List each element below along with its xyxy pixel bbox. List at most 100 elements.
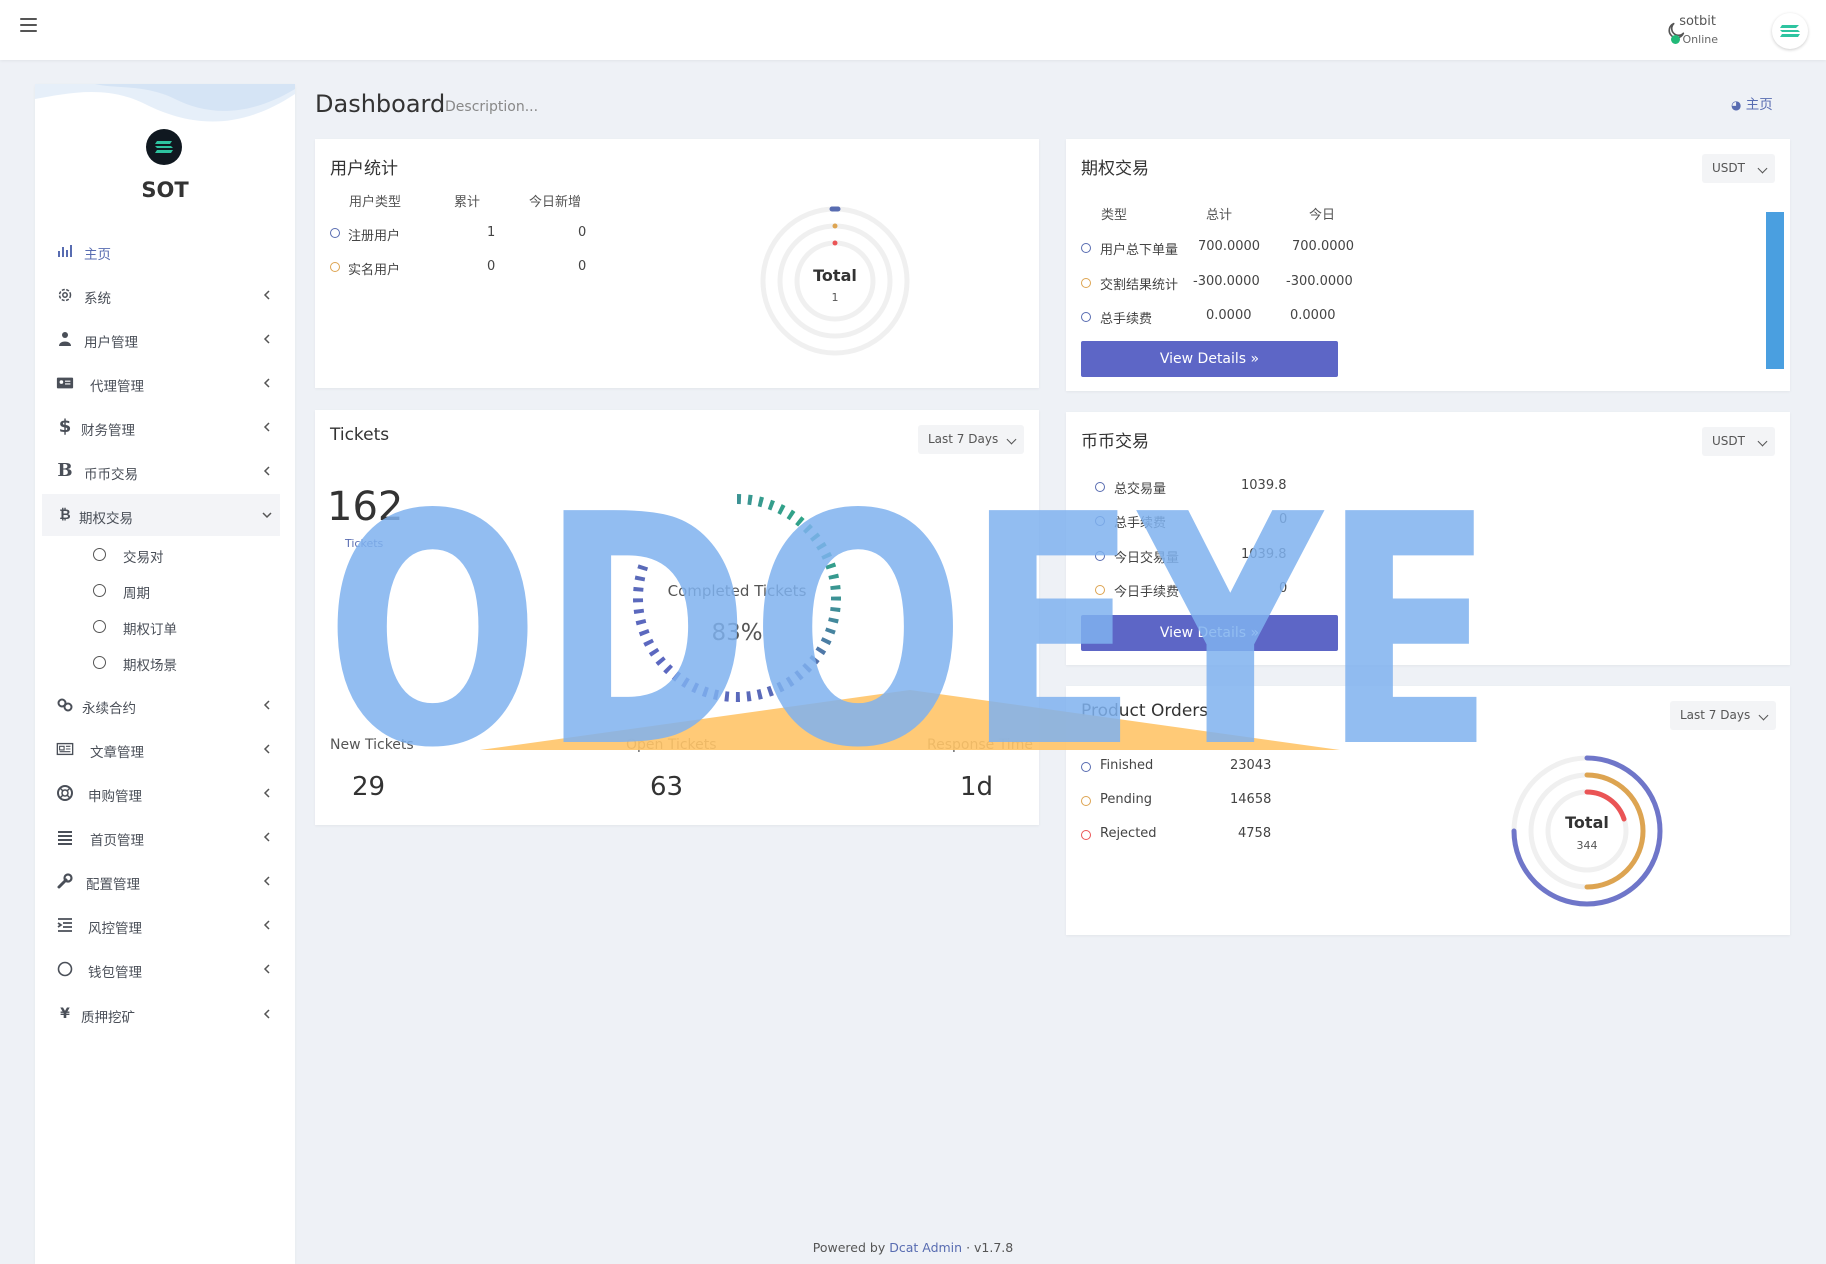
- chevron-left-icon: [263, 422, 270, 432]
- range-select-value: Last 7 Days: [928, 432, 999, 446]
- chevron-left-icon: [263, 876, 270, 886]
- range-select[interactable]: Last 7 Days: [1670, 701, 1776, 730]
- table-header: 今日: [1309, 208, 1336, 223]
- range-select[interactable]: Last 7 Days: [918, 425, 1024, 454]
- breadcrumb[interactable]: ◕ 主页: [1731, 93, 1773, 113]
- options-trade-card: 期权交易 USDT 类型 总计 今日 用户总下单量 700.0000 700.0…: [1066, 139, 1790, 391]
- list-item-value: 1039.8: [1241, 547, 1287, 562]
- legend-marker-icon: [1081, 762, 1091, 772]
- avatar[interactable]: [1772, 13, 1808, 49]
- brand-logo: [146, 129, 182, 165]
- sidebar-item-wallet[interactable]: 钱包管理: [42, 948, 280, 990]
- table-header: 总计: [1206, 208, 1233, 223]
- page-title: Dashboard: [315, 90, 446, 118]
- currency-select-value: USDT: [1712, 434, 1745, 448]
- user-stats-card: 用户统计 用户类型 累计 今日新增 注册用户 1 0 实名用户 0 0 Tota…: [315, 139, 1039, 388]
- card-title: Tickets: [330, 425, 390, 445]
- table-header: 用户类型: [349, 195, 402, 210]
- currency-select[interactable]: USDT: [1702, 427, 1775, 456]
- chevron-left-icon: [263, 378, 270, 388]
- list-item-value: 0: [1279, 581, 1288, 596]
- tickets-total: 162: [327, 484, 404, 530]
- sidebar-item-agents[interactable]: 代理管理: [42, 362, 280, 404]
- yen-icon: ¥: [60, 1006, 70, 1022]
- sidebar-item-perpetual[interactable]: 永续合约: [42, 684, 280, 726]
- newspaper-icon: [56, 742, 74, 756]
- bar-chart-icon: [58, 245, 72, 257]
- id-card-icon: [56, 377, 74, 389]
- gauge-value: 83%: [711, 620, 763, 646]
- list-item-value: 0: [1279, 512, 1288, 527]
- stat-value: 29: [352, 772, 386, 802]
- list-icon: [58, 831, 72, 845]
- logo-icon: [155, 141, 173, 153]
- table-cell: 700.0000: [1198, 239, 1261, 254]
- sidebar-item-label: 代理管理: [90, 379, 144, 395]
- sidebar-item-risk[interactable]: 风控管理: [42, 904, 280, 946]
- table-cell: 1: [487, 225, 496, 240]
- legend-marker-icon: [1095, 482, 1105, 492]
- logo-icon: [1780, 25, 1800, 37]
- donut-label: Total: [1565, 813, 1609, 832]
- sidebar-item-label: 钱包管理: [88, 965, 142, 981]
- view-details-button[interactable]: View Details »: [1081, 341, 1338, 377]
- stat-label: Open Tickets: [626, 737, 717, 753]
- sidebar-item-homepage[interactable]: 首页管理: [42, 816, 280, 858]
- sidebar-item-home[interactable]: 主页: [42, 230, 280, 272]
- sidebar-item-label: 质押挖矿: [81, 1010, 135, 1026]
- table-cell: 0: [578, 259, 587, 274]
- footer: Powered by Dcat Admin · v1.7.8: [0, 1240, 1826, 1255]
- sidebar-item-system[interactable]: 系统: [42, 274, 280, 316]
- list-item-value: 1039.8: [1241, 478, 1287, 493]
- sidebar-item-users[interactable]: 用户管理: [42, 318, 280, 360]
- stat-value: 63: [650, 772, 684, 802]
- legend-marker-icon: [1081, 312, 1091, 322]
- top-navbar: sotbit Online: [0, 0, 1826, 60]
- sidebar-item-finance[interactable]: $ 财务管理: [42, 406, 280, 448]
- legend-marker-icon: [1081, 830, 1091, 840]
- sidebar-item-label: 申购管理: [88, 789, 142, 805]
- chevron-left-icon: [263, 832, 270, 842]
- table-cell: 700.0000: [1292, 239, 1355, 254]
- chevron-left-icon: [263, 744, 270, 754]
- legend-marker-icon: [1095, 551, 1105, 561]
- sidebar-item-options[interactable]: ₿ 期权交易: [42, 494, 280, 536]
- mini-bar: [1766, 212, 1784, 369]
- table-cell: 用户总下单量: [1100, 243, 1179, 258]
- user-status-text: Online: [1682, 33, 1718, 46]
- button-label: View Details: [1159, 625, 1247, 641]
- user-status: Online: [1670, 33, 1718, 46]
- sidebar-item-config[interactable]: 配置管理: [42, 860, 280, 902]
- list-item-label: 总手续费: [1114, 516, 1167, 531]
- chevron-left-icon: [263, 334, 270, 344]
- user-name[interactable]: sotbit: [1679, 14, 1716, 29]
- chevron-down-icon: [1757, 163, 1768, 174]
- bitcoin-icon: ₿: [59, 507, 71, 523]
- sidebar-item-label: 用户管理: [84, 335, 138, 351]
- chevron-left-icon: [263, 1009, 270, 1019]
- breadcrumb-home[interactable]: 主页: [1746, 97, 1773, 113]
- list-item-value: 23043: [1230, 758, 1272, 773]
- currency-select[interactable]: USDT: [1702, 154, 1775, 183]
- chevron-down-icon: [1006, 434, 1017, 445]
- online-dot-icon: [1670, 35, 1680, 44]
- view-details-button[interactable]: View Details »: [1081, 615, 1338, 651]
- legend-marker-icon: [1095, 516, 1105, 526]
- sidebar-item-label: 主页: [84, 247, 111, 263]
- sidebar-item-articles[interactable]: 文章管理: [42, 728, 280, 770]
- menu-toggle-icon[interactable]: [20, 18, 37, 34]
- sidebar-decoration: [35, 84, 295, 122]
- footer-link[interactable]: Dcat Admin: [889, 1240, 962, 1255]
- spot-trade-card: 币币交易 USDT 总交易量 1039.8 总手续费 0 今日交易量 1039.…: [1066, 412, 1790, 665]
- table-header: 累计: [454, 195, 481, 210]
- table-cell: -300.0000: [1286, 274, 1353, 289]
- chevron-left-icon: [263, 964, 270, 974]
- sidebar-item-label: 系统: [84, 291, 111, 307]
- sidebar-item-staking[interactable]: ¥ 质押挖矿: [42, 993, 280, 1035]
- card-title: 用户统计: [330, 159, 398, 179]
- list-item-label: 总交易量: [1114, 482, 1167, 497]
- sidebar-item-spot[interactable]: B 币币交易: [42, 450, 280, 492]
- sidebar-item-label: 币币交易: [84, 467, 138, 483]
- sidebar-item-subscription[interactable]: 申购管理: [42, 772, 280, 814]
- donut-value: 1: [831, 291, 839, 304]
